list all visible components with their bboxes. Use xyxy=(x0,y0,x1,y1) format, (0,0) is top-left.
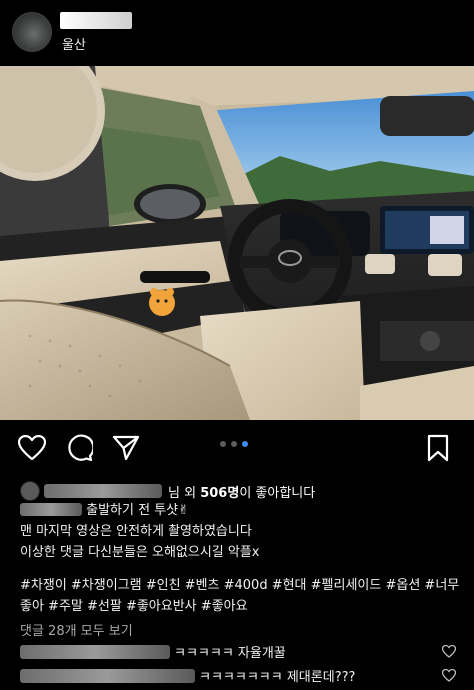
share-icon xyxy=(112,435,140,461)
likes-text: 님 외 506명이 좋아합니다 xyxy=(168,482,315,501)
carousel-dot-active xyxy=(242,441,248,447)
likes-suffix: 님 외 xyxy=(168,485,197,501)
avatar[interactable] xyxy=(12,12,52,52)
username-redacted[interactable] xyxy=(60,12,132,29)
likes-summary[interactable]: 님 외 506명이 좋아합니다 xyxy=(20,481,315,501)
post-caption: 출발하기 전 투샷✌ 맨 마지막 영상은 안전하게 촬영하였습니다 이상한 댓글… xyxy=(20,500,460,563)
post-photo[interactable] xyxy=(0,66,474,420)
commenter-name-redacted[interactable] xyxy=(20,644,170,659)
heart-icon xyxy=(18,435,46,461)
author-name-redacted[interactable] xyxy=(20,503,82,516)
bookmark-icon xyxy=(427,434,449,462)
caption-line-3: 이상한 댓글 다신분들은 오해없으시길 악플x xyxy=(20,545,260,560)
heart-icon[interactable] xyxy=(442,669,456,682)
caption-text-1: 출발하기 전 투샷✌ xyxy=(86,503,190,518)
comment-icon xyxy=(68,434,93,462)
comment-item: ㅋㅋㅋㅋㅋㅋㅋ 제대론데??? xyxy=(20,666,460,685)
carousel-dot xyxy=(220,441,226,447)
carousel-indicator xyxy=(220,441,248,447)
heart-icon[interactable] xyxy=(442,645,456,658)
comment-text: ㅋㅋㅋㅋㅋㅋㅋ 제대론데??? xyxy=(199,670,356,685)
share-button[interactable] xyxy=(110,432,142,464)
comment-item: ㅋㅋㅋㅋㅋ 자율개꿀 xyxy=(20,642,460,661)
commenter-name-redacted[interactable] xyxy=(20,668,195,683)
post-actions xyxy=(0,432,474,468)
carousel-dot xyxy=(231,441,237,447)
post-location[interactable]: 울산 xyxy=(62,34,86,53)
comment-text: ㅋㅋㅋㅋㅋ 자율개꿀 xyxy=(174,646,286,661)
car-interior-photo xyxy=(0,66,474,420)
likes-count[interactable]: 506명 xyxy=(200,486,239,501)
like-button[interactable] xyxy=(16,432,48,464)
caption-line-2: 맨 마지막 영상은 안전하게 촬영하였습니다 xyxy=(20,524,252,539)
bookmark-button[interactable] xyxy=(422,432,454,464)
caption-line-1: 출발하기 전 투샷✌ xyxy=(20,500,460,521)
post-header: 울산 xyxy=(0,0,474,64)
view-all-comments-link[interactable]: 댓글 28개 모두 보기 xyxy=(20,620,133,639)
liker-avatar xyxy=(20,481,40,501)
likes-text-after: 이 좋아합니다 xyxy=(239,485,316,501)
comment-button[interactable] xyxy=(63,432,95,464)
liker-name-redacted xyxy=(44,484,162,498)
hashtags[interactable]: #차쟁이 #차쟁이그램 #인친 #벤츠 #400d #현대 #펠리세이드 #옵션… xyxy=(20,575,460,617)
